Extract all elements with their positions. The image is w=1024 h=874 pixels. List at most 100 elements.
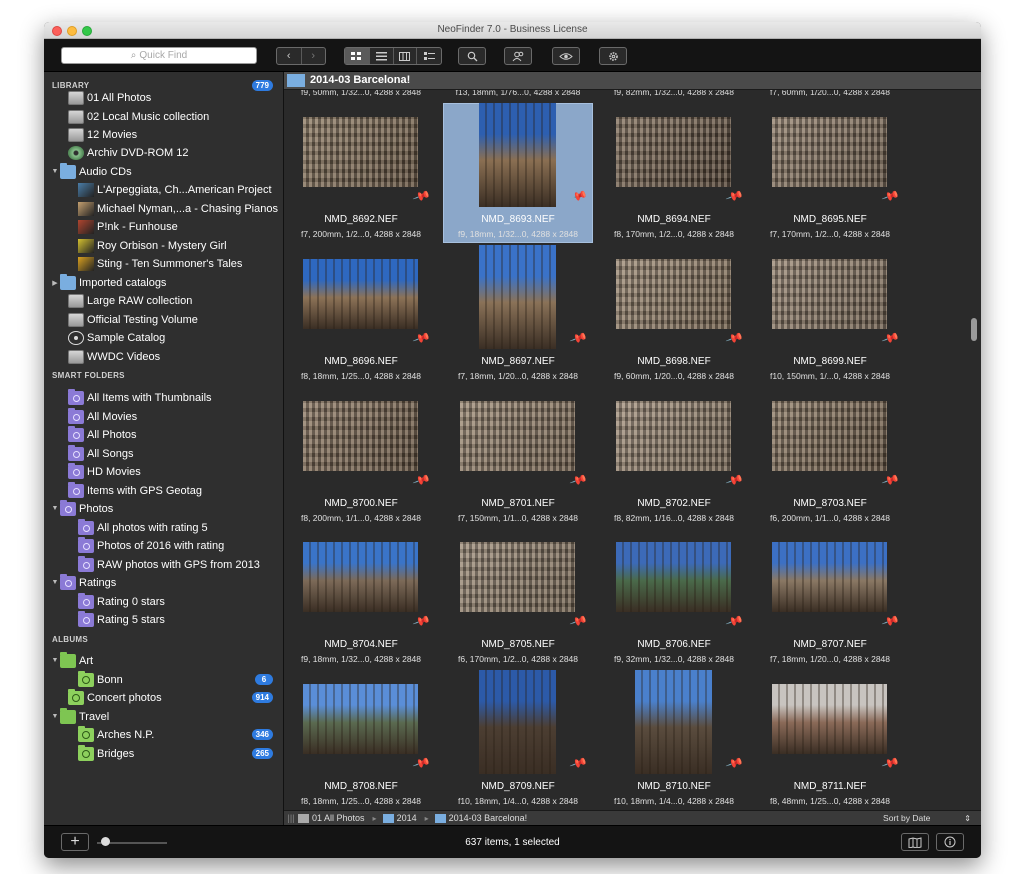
disclosure-triangle-icon[interactable]: ▶ — [50, 279, 60, 287]
sidebar-item-album[interactable]: Bonn — [68, 670, 123, 688]
sidebar-item-album[interactable]: ▼ Travel — [50, 707, 109, 725]
sidebar-item-smart[interactable]: Items with GPS Geotag — [58, 481, 202, 499]
photo-thumbnail-item[interactable]: 📌 NMD_8698.NEF f9, 60mm, 1/20...0, 4288 x … — [597, 245, 751, 385]
photo-thumbnail-image[interactable] — [635, 670, 712, 774]
photo-thumbnail-item[interactable]: 📌 NMD_8711.NEF f8, 48mm, 1/25...0, 4288 x … — [753, 670, 907, 810]
photo-thumbnail-image[interactable] — [772, 542, 887, 612]
photo-thumbnail-image[interactable] — [616, 259, 731, 329]
photo-thumbnail-item[interactable]: 📌 NMD_8709.NEF f10, 18mm, 1/4...0, 4288 x … — [441, 670, 595, 810]
photo-thumbnail-item[interactable]: 📌 NMD_8703.NEF f6, 200mm, 1/1...0, 4288 x … — [753, 387, 907, 527]
photo-thumbnail-image[interactable] — [616, 401, 731, 471]
photo-thumbnail-image[interactable] — [772, 117, 887, 187]
forward-button[interactable]: › — [302, 48, 326, 64]
photo-thumbnail-item[interactable]: 📌 NMD_8693.NEF f9, 18mm, 1/32...0, 4288 x … — [441, 103, 595, 243]
photo-thumbnail-image[interactable] — [303, 684, 418, 754]
preview-button[interactable] — [552, 47, 580, 65]
sidebar-item-smart[interactable]: HD Movies — [58, 462, 141, 480]
disclosure-triangle-icon[interactable]: ▼ — [50, 713, 60, 720]
sidebar-item-smart[interactable]: All Songs — [58, 444, 133, 462]
photo-thumbnail-image[interactable] — [303, 542, 418, 612]
photo-thumbnail-image[interactable] — [772, 684, 887, 754]
sidebar-item-album[interactable]: Arches N.P. — [68, 725, 154, 743]
list-view-button[interactable] — [370, 48, 394, 64]
photo-thumbnail-item[interactable]: 📌 NMD_8706.NEF f9, 32mm, 1/32...0, 4288 x … — [597, 528, 751, 668]
photo-thumbnail-item[interactable]: 📌 NMD_8695.NEF f7, 170mm, 1/2...0, 4288 x … — [753, 103, 907, 243]
sidebar-item-smart[interactable]: ▼ Photos — [50, 499, 113, 517]
photo-thumbnail-item[interactable]: 📌 NMD_8708.NEF f8, 18mm, 1/25...0, 4288 x … — [284, 670, 438, 810]
photo-thumbnail-item[interactable]: 📌 NMD_8701.NEF f7, 150mm, 1/1...0, 4288 x … — [441, 387, 595, 527]
sidebar-item-library[interactable]: Large RAW collection — [58, 292, 192, 309]
sidebar-item-album[interactable]: Bridges — [68, 744, 134, 762]
sidebar-item-library[interactable]: Michael Nyman,...a - Chasing Pianos — [68, 200, 278, 217]
sort-by-popup[interactable]: Sort by Date ⇕ — [883, 813, 971, 823]
photo-thumbnail-image[interactable] — [303, 401, 418, 471]
sidebar-item-smart[interactable]: All photos with rating 5 — [68, 518, 208, 536]
photo-thumbnail-image[interactable] — [460, 401, 575, 471]
sidebar-item-smart[interactable]: Photos of 2016 with rating — [68, 536, 224, 554]
detail-view-button[interactable] — [417, 48, 441, 64]
pathbar-grip-icon[interactable]: ||| — [284, 813, 298, 823]
photo-thumbnail-image[interactable] — [303, 259, 418, 329]
photo-thumbnail-image[interactable] — [479, 103, 556, 207]
sidebar-item-library[interactable]: 12 Movies — [58, 126, 137, 143]
photo-thumbnail-item[interactable]: 📌 NMD_8707.NEF f7, 18mm, 1/20...0, 4288 x … — [753, 528, 907, 668]
photo-thumbnail-item[interactable]: 📌 NMD_8710.NEF f10, 18mm, 1/4...0, 4288 x … — [597, 670, 751, 810]
photo-thumbnail-item[interactable]: 📌 NMD_8699.NEF f10, 150mm, 1/...0, 4288 x … — [753, 245, 907, 385]
sidebar-item-smart[interactable]: All Movies — [58, 407, 137, 425]
back-button[interactable]: ‹ — [277, 48, 302, 64]
photo-thumbnail-item[interactable]: 📌 NMD_8702.NEF f8, 82mm, 1/16...0, 4288 x … — [597, 387, 751, 527]
sidebar-item-library[interactable]: ▼ Audio CDs — [50, 162, 132, 180]
quick-find-search-input[interactable]: ⌕ Quick Find — [61, 47, 257, 64]
photo-thumbnail-item[interactable]: 📌 NMD_8705.NEF f6, 170mm, 1/2...0, 4288 x … — [441, 528, 595, 668]
photo-thumbnail-item[interactable]: 📌 NMD_8704.NEF f9, 18mm, 1/32...0, 4288 x … — [284, 528, 438, 668]
sidebar-item-album[interactable]: Concert photos — [58, 688, 162, 706]
sidebar-item-library[interactable]: ▶ Imported catalogs — [50, 273, 166, 291]
sidebar-item-library[interactable]: Roy Orbison - Mystery Girl — [68, 237, 227, 254]
settings-button[interactable] — [599, 47, 627, 65]
icon-view-button[interactable] — [345, 48, 370, 64]
vertical-scrollbar[interactable] — [968, 90, 981, 812]
info-button[interactable] — [936, 833, 964, 851]
disclosure-triangle-icon[interactable]: ▼ — [50, 579, 60, 586]
photo-thumbnail-image[interactable] — [479, 670, 556, 774]
sidebar-item-library[interactable]: WWDC Videos — [58, 348, 160, 365]
sidebar-item-smart[interactable]: All Items with Thumbnails — [58, 388, 212, 406]
sidebar-item-album[interactable]: ▼ Art — [50, 651, 93, 669]
map-button[interactable] — [901, 833, 929, 851]
sidebar-item-library[interactable]: 01 All Photos — [58, 89, 151, 106]
find-button[interactable] — [458, 47, 486, 65]
sidebar-item-smart[interactable]: All Photos — [58, 425, 137, 443]
photo-thumbnail-image[interactable] — [303, 117, 418, 187]
sidebar-item-smart[interactable]: RAW photos with GPS from 2013 — [68, 555, 260, 573]
sidebar-item-library[interactable]: Sting - Ten Summoner's Tales — [68, 255, 242, 272]
photo-thumbnail-image[interactable] — [460, 542, 575, 612]
photo-thumbnail-image[interactable] — [772, 259, 887, 329]
sidebar-item-library[interactable]: Sample Catalog — [58, 329, 165, 346]
scrollbar-thumb[interactable] — [971, 318, 977, 341]
path-segment-folder[interactable]: 2014-03 Barcelona! — [434, 813, 527, 823]
photo-thumbnail-item[interactable]: 📌 NMD_8696.NEF f8, 18mm, 1/25...0, 4288 x … — [284, 245, 438, 385]
sidebar-item-smart[interactable]: Rating 0 stars — [68, 592, 165, 610]
sidebar-item-smart[interactable]: ▼ Ratings — [50, 573, 116, 591]
disclosure-triangle-icon[interactable]: ▼ — [50, 657, 60, 664]
sidebar-item-library[interactable]: 02 Local Music collection — [58, 108, 209, 125]
sidebar-item-library[interactable]: P!nk - Funhouse — [68, 218, 178, 235]
sidebar-item-library[interactable]: Official Testing Volume — [58, 311, 198, 328]
photo-thumbnail-item[interactable]: 📌 NMD_8692.NEF f7, 200mm, 1/2...0, 4288 x … — [284, 103, 438, 243]
sidebar-item-library[interactable]: L'Arpeggiata, Ch...American Project — [68, 181, 272, 198]
photo-thumbnail-image[interactable] — [616, 542, 731, 612]
photo-thumbnail-item[interactable]: 📌 NMD_8700.NEF f8, 200mm, 1/1...0, 4288 x … — [284, 387, 438, 527]
disclosure-triangle-icon[interactable]: ▼ — [50, 505, 60, 512]
faces-button[interactable] — [504, 47, 532, 65]
path-segment-volume[interactable]: 01 All Photos — [298, 813, 365, 823]
path-segment-year[interactable]: 2014 — [382, 813, 417, 823]
sidebar-item-smart[interactable]: Rating 5 stars — [68, 610, 165, 628]
photo-thumbnail-item[interactable]: 📌 NMD_8697.NEF f7, 18mm, 1/20...0, 4288 x … — [441, 245, 595, 385]
disclosure-triangle-icon[interactable]: ▼ — [50, 168, 60, 175]
photo-thumbnail-image[interactable] — [772, 401, 887, 471]
column-view-button[interactable] — [394, 48, 418, 64]
sidebar-item-library[interactable]: Archiv DVD-ROM 12 — [58, 144, 188, 161]
photo-thumbnail-item[interactable]: 📌 NMD_8694.NEF f8, 170mm, 1/2...0, 4288 x … — [597, 103, 751, 243]
photo-thumbnail-image[interactable] — [616, 117, 731, 187]
photo-thumbnail-image[interactable] — [479, 245, 556, 349]
